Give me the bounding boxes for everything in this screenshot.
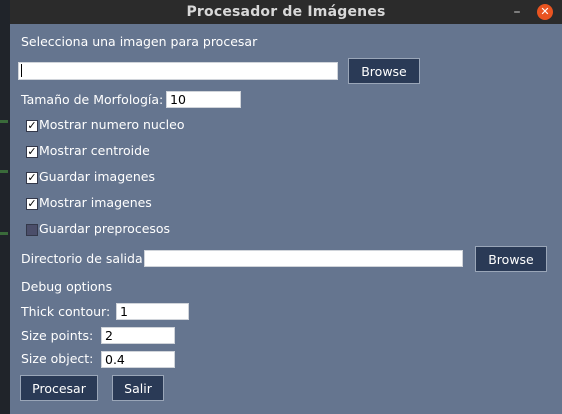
morphology-size-input[interactable] xyxy=(166,91,241,108)
desktop-decoration xyxy=(0,120,8,123)
size-points-input[interactable] xyxy=(101,327,175,344)
option-label: Guardar preprocesos xyxy=(39,221,171,236)
minimize-icon[interactable]: – xyxy=(510,5,524,19)
process-button[interactable]: Procesar xyxy=(20,375,98,401)
size-object-input[interactable] xyxy=(101,351,175,368)
option-label: Guardar imagenes xyxy=(39,169,155,184)
size-points-label: Size points: xyxy=(21,328,94,343)
text-cursor xyxy=(21,64,22,77)
size-object-label: Size object: xyxy=(21,351,94,366)
select-image-label: Selecciona una imagen para procesar xyxy=(21,34,258,49)
title-bar[interactable]: Procesador de Imágenes – ✕ xyxy=(10,0,562,24)
option-label: Mostrar centroide xyxy=(39,143,150,158)
checkmark-icon[interactable]: ✓ xyxy=(26,172,38,184)
desktop-decoration xyxy=(0,232,8,235)
unchecked-box-icon[interactable] xyxy=(26,224,38,236)
output-dir-label: Directorio de salida xyxy=(21,251,143,266)
thick-contour-label: Thick contour: xyxy=(21,304,111,319)
exit-button[interactable]: Salir xyxy=(112,375,164,401)
desktop-decoration xyxy=(0,170,8,173)
browse-image-button[interactable]: Browse xyxy=(348,58,420,84)
window-title: Procesador de Imágenes xyxy=(186,4,386,20)
option-label: Mostrar numero nucleo xyxy=(39,117,185,132)
checkmark-icon[interactable]: ✓ xyxy=(26,120,38,132)
close-icon[interactable]: ✕ xyxy=(537,4,553,20)
image-path-input[interactable] xyxy=(18,62,338,80)
checkmark-icon[interactable]: ✓ xyxy=(26,146,38,158)
option-label: Mostrar imagenes xyxy=(39,195,152,210)
output-dir-input[interactable] xyxy=(144,250,463,267)
checkmark-icon[interactable]: ✓ xyxy=(26,198,38,210)
debug-options-heading: Debug options xyxy=(21,279,113,294)
thick-contour-input[interactable] xyxy=(116,303,189,320)
app-window: Procesador de Imágenes – ✕ Selecciona un… xyxy=(10,0,562,414)
morphology-label: Tamaño de Morfología: xyxy=(21,92,164,107)
browse-output-button[interactable]: Browse xyxy=(475,246,547,272)
